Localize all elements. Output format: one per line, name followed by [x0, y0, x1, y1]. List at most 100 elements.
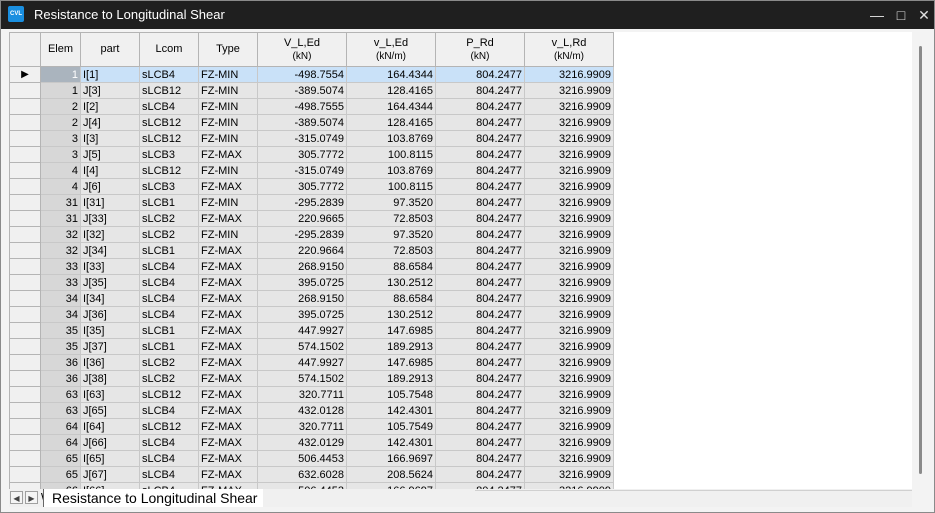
- cell-lcom[interactable]: sLCB2: [139, 370, 199, 387]
- cell-p-rd[interactable]: 804.2477: [435, 290, 525, 307]
- table-row[interactable]: 32 J[34] sLCB1 FZ-MAX 220.9664 72.8503 804.247…: [9, 242, 614, 259]
- cell-part[interactable]: I[35]: [80, 322, 140, 339]
- cell-type[interactable]: FZ-MAX: [198, 370, 258, 387]
- cell-v-l-rd[interactable]: 3216.9909: [524, 434, 614, 451]
- cell-v-l-rd[interactable]: 3216.9909: [524, 66, 614, 83]
- cell-lcom[interactable]: sLCB2: [139, 210, 199, 227]
- cell-type[interactable]: FZ-MIN: [198, 162, 258, 179]
- cell-type[interactable]: FZ-MAX: [198, 402, 258, 419]
- table-row[interactable]: 35 J[37] sLCB1 FZ-MAX 574.1502 189.2913 804.24…: [9, 338, 614, 355]
- row-header[interactable]: [9, 354, 41, 371]
- column-header-v-l-rd[interactable]: v_L,Rd (kN/m): [524, 32, 614, 67]
- table-row[interactable]: 4 I[4] sLCB12 FZ-MIN -315.0749 103.8769 804.24…: [9, 162, 614, 179]
- cell-type[interactable]: FZ-MAX: [198, 290, 258, 307]
- cell-vl-l-ed[interactable]: 142.4301: [346, 434, 436, 451]
- cell-lcom[interactable]: sLCB12: [139, 130, 199, 147]
- row-header[interactable]: [9, 210, 41, 227]
- table-row[interactable]: 31 J[33] sLCB2 FZ-MAX 220.9665 72.8503 804.247…: [9, 210, 614, 227]
- table-row[interactable]: 36 J[38] sLCB2 FZ-MAX 574.1502 189.2913 804.24…: [9, 370, 614, 387]
- cell-lcom[interactable]: sLCB4: [139, 402, 199, 419]
- table-row[interactable]: 2 J[4] sLCB12 FZ-MIN -389.5074 128.4165 804.24…: [9, 114, 614, 131]
- cell-elem[interactable]: 35: [40, 322, 81, 339]
- cell-part[interactable]: I[4]: [80, 162, 140, 179]
- cell-part[interactable]: J[67]: [80, 466, 140, 483]
- cell-type[interactable]: FZ-MAX: [198, 466, 258, 483]
- vertical-scroll-thumb[interactable]: [919, 46, 922, 474]
- cell-vl-l-ed[interactable]: 147.6985: [346, 354, 436, 371]
- cell-part[interactable]: I[33]: [80, 258, 140, 275]
- cell-lcom[interactable]: sLCB4: [139, 466, 199, 483]
- cell-lcom[interactable]: sLCB12: [139, 386, 199, 403]
- cell-elem[interactable]: 1: [40, 66, 81, 83]
- table-row[interactable]: 35 I[35] sLCB1 FZ-MAX 447.9927 147.6985 804.24…: [9, 322, 614, 339]
- cell-vl-l-ed[interactable]: 128.4165: [346, 82, 436, 99]
- cell-v-l-rd[interactable]: 3216.9909: [524, 306, 614, 323]
- cell-lcom[interactable]: sLCB4: [139, 290, 199, 307]
- cell-type[interactable]: FZ-MIN: [198, 66, 258, 83]
- cell-v-l-ed[interactable]: -295.2839: [257, 194, 347, 211]
- cell-vl-l-ed[interactable]: 97.3520: [346, 194, 436, 211]
- column-header-part[interactable]: part: [80, 32, 140, 67]
- cell-v-l-ed[interactable]: 432.0128: [257, 402, 347, 419]
- cell-elem[interactable]: 2: [40, 114, 81, 131]
- cell-lcom[interactable]: sLCB12: [139, 82, 199, 99]
- table-row[interactable]: 31 I[31] sLCB1 FZ-MIN -295.2839 97.3520 804.24…: [9, 194, 614, 211]
- row-header[interactable]: [9, 402, 41, 419]
- cell-v-l-ed[interactable]: -389.5074: [257, 82, 347, 99]
- cell-vl-l-ed[interactable]: 189.2913: [346, 338, 436, 355]
- cell-p-rd[interactable]: 804.2477: [435, 178, 525, 195]
- row-header[interactable]: [9, 370, 41, 387]
- cell-part[interactable]: I[63]: [80, 386, 140, 403]
- cell-part[interactable]: J[3]: [80, 82, 140, 99]
- cell-elem[interactable]: 36: [40, 354, 81, 371]
- cell-v-l-ed[interactable]: 395.0725: [257, 274, 347, 291]
- cell-type[interactable]: FZ-MAX: [198, 178, 258, 195]
- minimize-icon[interactable]: —: [867, 5, 887, 25]
- cell-v-l-ed[interactable]: 432.0129: [257, 434, 347, 451]
- cell-vl-l-ed[interactable]: 103.8769: [346, 162, 436, 179]
- cell-type[interactable]: FZ-MAX: [198, 354, 258, 371]
- cell-part[interactable]: J[36]: [80, 306, 140, 323]
- corner-cell[interactable]: [9, 32, 41, 67]
- cell-v-l-rd[interactable]: 3216.9909: [524, 194, 614, 211]
- cell-v-l-rd[interactable]: 3216.9909: [524, 370, 614, 387]
- cell-elem[interactable]: 35: [40, 338, 81, 355]
- cell-p-rd[interactable]: 804.2477: [435, 66, 525, 83]
- cell-elem[interactable]: 34: [40, 290, 81, 307]
- cell-v-l-ed[interactable]: 305.7772: [257, 146, 347, 163]
- cell-v-l-rd[interactable]: 3216.9909: [524, 226, 614, 243]
- cell-elem[interactable]: 32: [40, 226, 81, 243]
- cell-v-l-rd[interactable]: 3216.9909: [524, 242, 614, 259]
- cell-v-l-ed[interactable]: 305.7772: [257, 178, 347, 195]
- cell-v-l-ed[interactable]: 268.9150: [257, 290, 347, 307]
- cell-type[interactable]: FZ-MAX: [198, 386, 258, 403]
- table-row[interactable]: ▶ 1 I[1] sLCB4 FZ-MIN -498.7554 164.4344 804.24…: [9, 66, 614, 83]
- cell-part[interactable]: J[4]: [80, 114, 140, 131]
- cell-elem[interactable]: 1: [40, 82, 81, 99]
- cell-p-rd[interactable]: 804.2477: [435, 418, 525, 435]
- cell-v-l-ed[interactable]: 447.9927: [257, 322, 347, 339]
- row-header[interactable]: [9, 274, 41, 291]
- cell-v-l-rd[interactable]: 3216.9909: [524, 114, 614, 131]
- results-grid[interactable]: Elem part Lcom Type V_L,Ed (kN) v_L,Ed (kN/m) P_…: [9, 32, 912, 489]
- table-row[interactable]: 3 J[5] sLCB3 FZ-MAX 305.7772 100.8115 804.2477…: [9, 146, 614, 163]
- cell-p-rd[interactable]: 804.2477: [435, 370, 525, 387]
- vertical-scrollbar[interactable]: [912, 32, 929, 489]
- row-header[interactable]: [9, 434, 41, 451]
- cell-p-rd[interactable]: 804.2477: [435, 82, 525, 99]
- cell-part[interactable]: J[66]: [80, 434, 140, 451]
- cell-part[interactable]: I[1]: [80, 66, 140, 83]
- cell-p-rd[interactable]: 804.2477: [435, 162, 525, 179]
- cell-part[interactable]: J[37]: [80, 338, 140, 355]
- cell-v-l-rd[interactable]: 3216.9909: [524, 258, 614, 275]
- cell-vl-l-ed[interactable]: 105.7548: [346, 386, 436, 403]
- cell-v-l-rd[interactable]: 3216.9909: [524, 418, 614, 435]
- cell-vl-l-ed[interactable]: 105.7549: [346, 418, 436, 435]
- cell-p-rd[interactable]: 804.2477: [435, 402, 525, 419]
- table-row[interactable]: 3 I[3] sLCB12 FZ-MIN -315.0749 103.8769 804.24…: [9, 130, 614, 147]
- table-row[interactable]: 64 I[64] sLCB12 FZ-MAX 320.7711 105.7549 804.2…: [9, 418, 614, 435]
- cell-v-l-rd[interactable]: 3216.9909: [524, 338, 614, 355]
- cell-elem[interactable]: 32: [40, 242, 81, 259]
- table-row[interactable]: 32 I[32] sLCB2 FZ-MIN -295.2839 97.3520 804.24…: [9, 226, 614, 243]
- cell-p-rd[interactable]: 804.2477: [435, 306, 525, 323]
